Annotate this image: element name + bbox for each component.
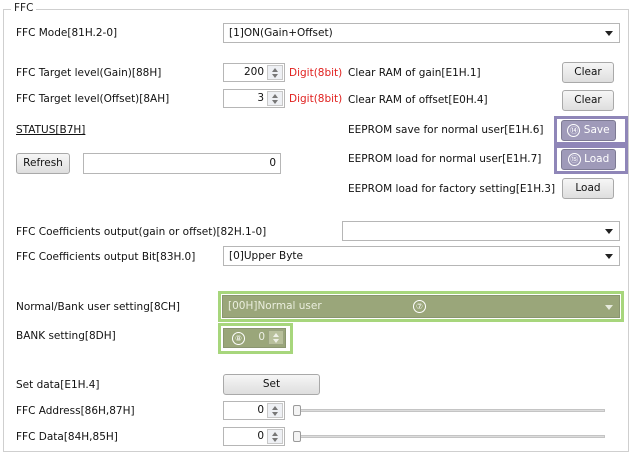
ffc-address-spinbox[interactable]: 0: [223, 401, 285, 420]
bank-setting-spinbox[interactable]: ⑧ 0: [223, 328, 286, 348]
eeprom-save-button[interactable]: ⑭ Save: [561, 120, 616, 141]
ffc-address-slider-track[interactable]: [293, 409, 605, 412]
chevron-down-icon: [605, 305, 613, 310]
target-offset-spinbox[interactable]: 3: [223, 89, 285, 108]
chevron-down-icon: [605, 229, 613, 234]
eeprom-save-button-label: Save: [583, 124, 610, 136]
eeprom-save-user-label: EEPROM save for normal user[E1H.6]: [348, 124, 544, 136]
coef-bit-label: FFC Coefficients output Bit[83H.0]: [16, 251, 196, 263]
ffc-data-slider-thumb[interactable]: [293, 431, 301, 442]
refresh-button[interactable]: Refresh: [16, 153, 70, 174]
eeprom-load-factory-button[interactable]: Load: [562, 178, 614, 199]
set-button[interactable]: Set: [223, 374, 320, 395]
ffc-mode-value: [1]ON(Gain+Offset): [229, 27, 333, 39]
chevron-down-icon: [605, 31, 613, 36]
spin-arrows-icon[interactable]: [267, 65, 283, 80]
ffc-mode-select[interactable]: [1]ON(Gain+Offset): [223, 23, 620, 43]
eeprom-load-user-button-label: Load: [584, 153, 610, 165]
spin-arrows-icon[interactable]: [267, 403, 283, 418]
bank-setting-label: BANK setting[8DH]: [16, 330, 116, 342]
coef-bit-select[interactable]: [0]Upper Byte: [223, 246, 620, 266]
coef-bit-value: [0]Upper Byte: [229, 250, 303, 262]
marker-14: ⑭: [567, 124, 581, 137]
target-gain-digit: Digit(8bit): [289, 67, 343, 79]
ffc-data-label: FFC Data[84H,85H]: [16, 431, 118, 443]
spin-arrows-icon[interactable]: [267, 429, 283, 444]
marker-8: ⑧: [232, 332, 245, 345]
set-data-label: Set data[E1H.4]: [16, 379, 100, 391]
group-title: FFC: [11, 2, 37, 14]
ffc-data-slider-track[interactable]: [293, 435, 605, 438]
ffc-data-spinbox[interactable]: 0: [223, 427, 285, 446]
ffc-address-label: FFC Address[86H,87H]: [16, 405, 135, 417]
clear-gain-label: Clear RAM of gain[E1H.1]: [348, 67, 481, 79]
eeprom-load-factory-label: EEPROM load for factory setting[E1H.3]: [348, 183, 556, 195]
clear-offset-label: Clear RAM of offset[E0H.4]: [348, 94, 488, 106]
target-offset-label: FFC Target level(Offset)[8AH]: [16, 93, 170, 105]
target-gain-spinbox[interactable]: 200: [223, 63, 285, 82]
spin-arrows-icon[interactable]: [267, 91, 283, 106]
ffc-mode-label: FFC Mode[81H.2-0]: [16, 27, 118, 39]
chevron-down-icon: [605, 254, 613, 259]
eeprom-load-user-label: EEPROM load for normal user[E1H.7]: [348, 153, 542, 165]
status-value-field: 0: [83, 153, 281, 174]
target-gain-value: 200: [243, 66, 264, 78]
target-offset-value: 3: [257, 92, 264, 104]
bank-user-label: Normal/Bank user setting[8CH]: [16, 301, 180, 313]
clear-gain-button[interactable]: Clear: [562, 62, 614, 83]
ffc-data-value: 0: [257, 430, 264, 442]
target-offset-digit: Digit(8bit): [289, 93, 343, 105]
marker-7: ⑦: [413, 300, 426, 313]
spin-arrows-icon[interactable]: [268, 330, 284, 345]
target-gain-label: FFC Target level(Gain)[88H]: [16, 67, 162, 79]
eeprom-load-user-button[interactable]: ⑮ Load: [561, 149, 616, 170]
coef-output-label: FFC Coefficients output(gain or offset)[…: [16, 226, 267, 238]
status-label: STATUS[B7H]: [16, 124, 86, 136]
ffc-address-slider-thumb[interactable]: [293, 405, 301, 416]
clear-offset-button[interactable]: Clear: [562, 90, 614, 111]
bank-setting-value: 0: [258, 331, 265, 343]
marker-15: ⑮: [567, 153, 581, 166]
coef-output-select[interactable]: [342, 221, 620, 241]
bank-user-value: [00H]Normal user: [228, 300, 322, 312]
bank-user-select[interactable]: [00H]Normal user ⑦: [222, 295, 620, 318]
ffc-address-value: 0: [257, 404, 264, 416]
